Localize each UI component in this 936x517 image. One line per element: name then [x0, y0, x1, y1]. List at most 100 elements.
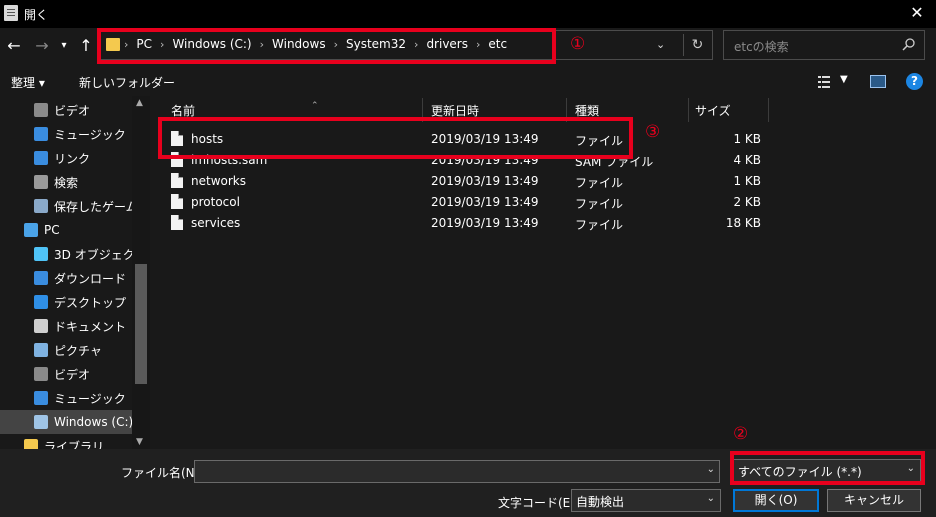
- 3d-objects-icon: [34, 247, 48, 261]
- sidebar-item-label: 検索: [54, 175, 79, 190]
- organize-button[interactable]: 整理 ▾: [11, 74, 45, 91]
- encoding-value: 自動検出: [576, 495, 625, 509]
- chevron-down-icon[interactable]: ▾: [58, 36, 70, 56]
- annotation-box-filetype: [730, 451, 925, 485]
- music-icon: [34, 391, 48, 405]
- library-icon: [24, 439, 38, 449]
- encoding-label: 文字コード(E):: [498, 496, 579, 510]
- encoding-select[interactable]: 自動検出 ⌄: [571, 489, 721, 512]
- file-name: services: [191, 216, 241, 230]
- sidebar-item[interactable]: デスクトップ: [0, 290, 132, 314]
- file-row[interactable]: services 2019/03/19 13:49 ファイル 18 KB: [150, 213, 936, 234]
- preview-pane-icon[interactable]: [870, 75, 886, 88]
- desktop-icon: [34, 295, 48, 309]
- sidebar-item[interactable]: ミュージック: [0, 386, 132, 410]
- sidebar-item[interactable]: 3D オブジェクト: [0, 242, 147, 266]
- column-header-size[interactable]: サイズ: [695, 102, 731, 122]
- file-size: 1 KB: [733, 174, 761, 188]
- window-title: 開く: [24, 8, 49, 22]
- link-icon: [34, 151, 48, 165]
- column-divider[interactable]: [768, 98, 769, 122]
- sidebar-item[interactable]: Windows (C:): [0, 410, 134, 434]
- sidebar-item[interactable]: ピクチャ: [0, 338, 132, 362]
- sidebar-item-label: ミュージック: [54, 391, 126, 406]
- file-size: 18 KB: [725, 216, 761, 230]
- search-icon[interactable]: [902, 37, 916, 51]
- file-modified: 2019/03/19 13:49: [431, 174, 539, 188]
- refresh-icon[interactable]: ↻: [683, 34, 711, 56]
- up-arrow-icon[interactable]: ↑: [76, 36, 96, 56]
- navigation-pane: ビデオ ミュージック リンク 検索 保存したゲーム PC 3D オブジェクト ダウンロード デス…: [0, 96, 150, 449]
- pictures-icon: [34, 343, 48, 357]
- file-icon: [171, 215, 183, 230]
- search-placeholder: etcの検索: [734, 40, 789, 54]
- file-row[interactable]: networks 2019/03/19 13:49 ファイル 1 KB: [150, 171, 936, 192]
- sidebar-item-label: ドキュメント: [54, 319, 127, 334]
- file-size: 2 KB: [733, 195, 761, 209]
- sidebar-item[interactable]: 検索: [0, 170, 132, 194]
- file-type: ファイル: [575, 218, 624, 232]
- forward-arrow-icon[interactable]: →: [32, 36, 52, 56]
- annotation-box-address: [97, 28, 556, 64]
- sidebar-item-label: Windows (C:): [54, 415, 134, 429]
- filename-input[interactable]: ⌄: [194, 460, 720, 483]
- file-icon: [171, 173, 183, 188]
- notepad-icon: [4, 5, 18, 21]
- search-box[interactable]: etcの検索: [723, 30, 925, 60]
- address-history-dropdown[interactable]: ⌄: [656, 38, 670, 51]
- help-icon[interactable]: ?: [906, 73, 923, 90]
- file-icon: [171, 194, 183, 209]
- back-arrow-icon[interactable]: ←: [4, 36, 24, 56]
- sidebar-item[interactable]: ビデオ: [0, 362, 132, 386]
- sidebar-item[interactable]: ドキュメント: [0, 314, 132, 338]
- sidebar-item-label: デスクトップ: [54, 295, 127, 310]
- pc-icon: [24, 223, 38, 237]
- scroll-thumb[interactable]: [135, 264, 147, 384]
- annotation-mark-2: ②: [733, 424, 749, 444]
- sidebar-item[interactable]: 保存したゲーム: [0, 194, 138, 218]
- scroll-up-icon[interactable]: ▲: [136, 98, 143, 108]
- file-size: 4 KB: [733, 153, 761, 167]
- sidebar-item-label: ビデオ: [54, 367, 91, 382]
- annotation-mark-3: ③: [645, 122, 661, 142]
- sidebar-item-label: ライブラリ: [44, 439, 105, 450]
- column-divider[interactable]: [688, 98, 689, 122]
- sidebar-item[interactable]: ビデオ: [0, 98, 132, 122]
- sidebar-item[interactable]: PC: [0, 218, 132, 242]
- sidebar-item-label: ミュージック: [54, 127, 126, 142]
- file-name: networks: [191, 174, 246, 188]
- sidebar-scrollbar[interactable]: ▲ ▼: [132, 96, 150, 449]
- video-icon: [34, 103, 48, 117]
- filename-label: ファイル名(N):: [121, 466, 204, 480]
- scroll-down-icon[interactable]: ▼: [136, 437, 143, 447]
- chevron-down-icon[interactable]: ▼: [840, 74, 848, 85]
- file-name: protocol: [191, 195, 240, 209]
- chevron-down-icon[interactable]: ⌄: [707, 493, 715, 504]
- sidebar-item-label: 保存したゲーム: [54, 199, 138, 214]
- sidebar-item[interactable]: ダウンロード: [0, 266, 132, 290]
- title-bar: 開く ✕: [0, 0, 936, 28]
- sidebar-item[interactable]: ライブラリ: [0, 434, 132, 449]
- sidebar-item-label: ピクチャ: [54, 343, 102, 358]
- drive-icon: [34, 415, 48, 429]
- saved-games-icon: [34, 199, 48, 213]
- file-modified: 2019/03/19 13:49: [431, 216, 539, 230]
- close-icon[interactable]: ✕: [906, 2, 928, 24]
- sidebar-item-label: PC: [44, 223, 60, 237]
- file-type: ファイル: [575, 176, 624, 190]
- sidebar-item[interactable]: ミュージック: [0, 122, 132, 146]
- sidebar-item-label: ダウンロード: [54, 271, 127, 286]
- open-button[interactable]: 開く(O): [733, 489, 819, 512]
- view-options-icon[interactable]: [818, 76, 830, 88]
- sidebar-item-label: リンク: [54, 151, 91, 166]
- cancel-button[interactable]: キャンセル: [827, 489, 921, 512]
- annotation-mark-1: ①: [570, 34, 586, 54]
- music-icon: [34, 127, 48, 141]
- new-folder-button[interactable]: 新しいフォルダー: [79, 74, 175, 91]
- chevron-down-icon[interactable]: ⌄: [707, 464, 715, 475]
- sidebar-item[interactable]: リンク: [0, 146, 132, 170]
- toolbar: 整理 ▾ 新しいフォルダー ▼ ?: [0, 68, 936, 96]
- file-row[interactable]: protocol 2019/03/19 13:49 ファイル 2 KB: [150, 192, 936, 213]
- annotation-box-hosts: [158, 117, 633, 159]
- file-modified: 2019/03/19 13:49: [431, 195, 539, 209]
